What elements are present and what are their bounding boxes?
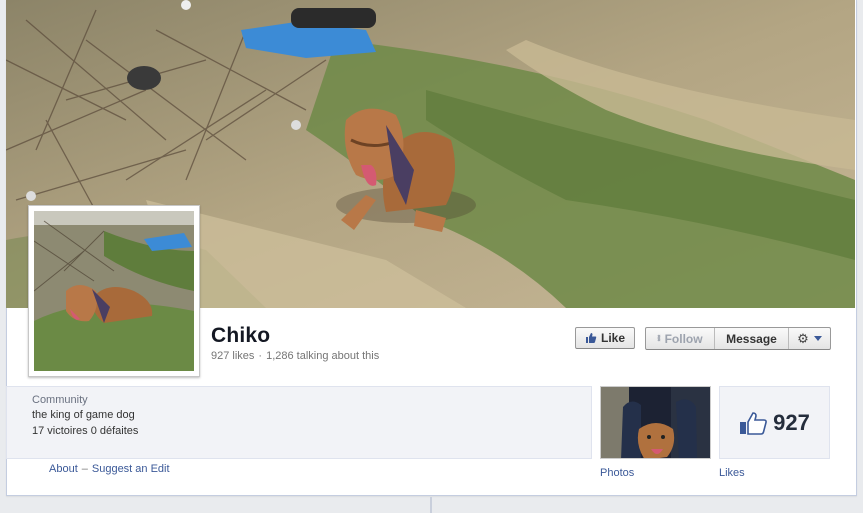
suggest-edit-link[interactable]: Suggest an Edit (92, 463, 170, 475)
profile-picture[interactable] (34, 211, 194, 371)
likes-count: 927 (773, 409, 810, 435)
follow-button-label: Follow (664, 331, 703, 346)
chevron-down-icon (813, 336, 822, 341)
page-actions-group: ⧛ Follow Message ⚙ (645, 327, 831, 350)
likes-app-box[interactable]: 927 (719, 386, 830, 459)
talking-about-text: 1,286 talking about this (266, 350, 380, 362)
thumbs-up-icon (739, 411, 768, 435)
stats-separator: · (258, 350, 263, 362)
settings-dropdown-button[interactable]: ⚙ (789, 328, 830, 349)
message-button-label: Message (726, 331, 777, 346)
about-links: About – Suggest an Edit (49, 463, 170, 475)
like-button-label: Like (600, 331, 625, 345)
page-title[interactable]: Chiko (211, 324, 270, 348)
photos-thumbnail[interactable] (600, 386, 711, 459)
about-description-line2: 17 victoires 0 défaites (32, 425, 139, 437)
thumbs-up-icon (585, 332, 597, 344)
photos-label[interactable]: Photos (600, 467, 634, 479)
timeline-spine (430, 497, 432, 513)
profile-picture-frame[interactable] (28, 205, 200, 377)
about-description-line1: the king of game dog (32, 409, 135, 421)
rss-icon: ⧛ (657, 333, 661, 343)
likes-count-text: 927 likes (211, 350, 255, 362)
page-stats: 927 likes · 1,286 talking about this (211, 350, 379, 362)
like-button[interactable]: Like (575, 327, 635, 349)
about-link[interactable]: About (49, 463, 78, 475)
about-links-separator: – (81, 463, 88, 475)
likes-label[interactable]: Likes (719, 467, 745, 479)
message-button[interactable]: Message (715, 328, 789, 349)
page-category[interactable]: Community (32, 394, 88, 406)
gear-icon: ⚙ (797, 330, 809, 346)
about-section: Community the king of game dog 17 victoi… (6, 386, 592, 459)
follow-button[interactable]: ⧛ Follow (646, 328, 715, 349)
